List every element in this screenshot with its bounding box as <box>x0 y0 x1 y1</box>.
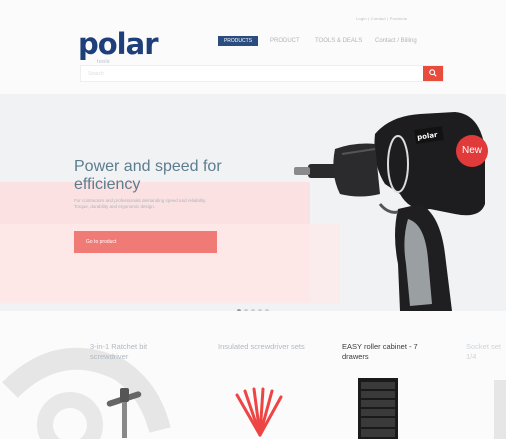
product-title[interactable]: EASY roller cabinet - 7 drawers <box>342 342 442 362</box>
screwdriver-set-image[interactable] <box>225 385 295 439</box>
site-logo[interactable]: polar <box>78 30 158 59</box>
hero-banner: Power and speed for efficiency For contr… <box>0 94 506 311</box>
roller-cabinet-image[interactable] <box>356 376 400 439</box>
search-icon <box>429 69 437 77</box>
product-title[interactable]: Socket set 1/4 <box>466 342 506 362</box>
hero-description: For contractors and professionals demand… <box>74 198 207 209</box>
nav-item-tools-deals[interactable]: TOOLS & DEALS <box>315 38 362 44</box>
carousel-dot[interactable] <box>265 309 269 311</box>
carousel-dot[interactable] <box>258 309 262 311</box>
hero-title: Power and speed for efficiency <box>74 158 222 193</box>
hero-cta-button[interactable]: Go to product <box>74 231 217 253</box>
impact-wrench-image: polar <box>294 112 485 311</box>
search-button[interactable] <box>423 66 443 81</box>
product-title[interactable]: 3-in-1 Ratchet bit screwdriver <box>90 342 180 362</box>
carousel-dots[interactable] <box>237 300 272 311</box>
nav-item-contact[interactable]: Contact / Billing <box>375 38 417 44</box>
search-bar[interactable]: Search <box>80 65 444 82</box>
carousel-dot[interactable] <box>237 309 241 311</box>
product-title[interactable]: Insulated screwdriver sets <box>218 342 313 352</box>
page: Login | Contact | Products polar tools P… <box>0 0 506 439</box>
carousel-dot[interactable] <box>244 309 248 311</box>
product-image-partial[interactable] <box>486 380 506 439</box>
nav-item-product[interactable]: PRODUCT <box>270 38 300 44</box>
new-badge: New <box>456 135 488 167</box>
utility-links[interactable]: Login | Contact | Products <box>356 16 407 21</box>
search-input[interactable]: Search <box>88 71 104 77</box>
ratchet-screwdriver-image[interactable] <box>100 378 150 439</box>
carousel-dot[interactable] <box>251 309 255 311</box>
nav-item-products[interactable]: PRODUCTS <box>218 36 258 46</box>
